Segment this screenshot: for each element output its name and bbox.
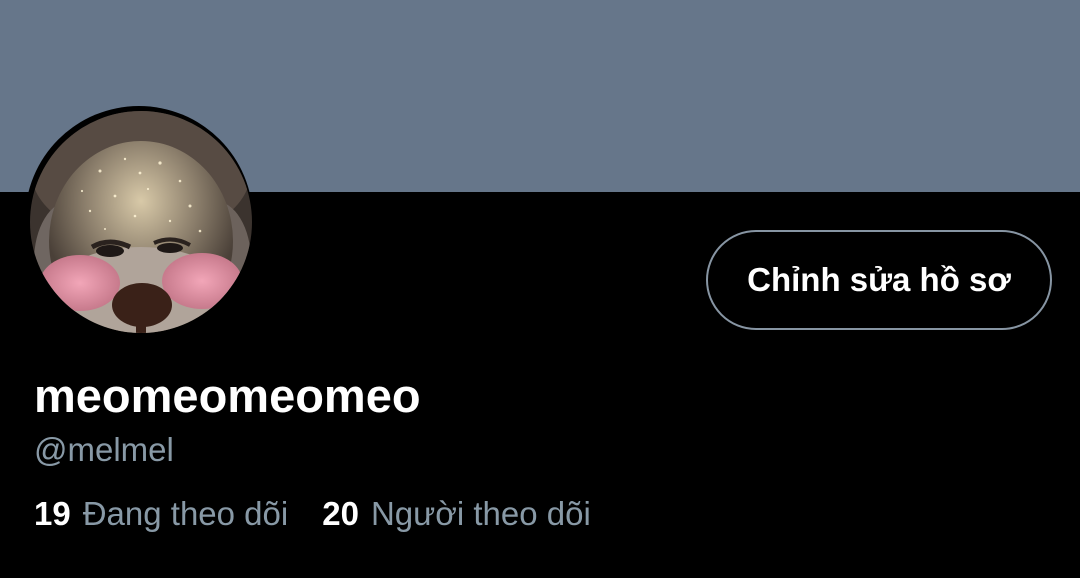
followers-count: 20 — [322, 495, 359, 532]
follow-stats: 19 Đang theo dõi 20 Người theo dõi — [34, 494, 591, 534]
following-stat[interactable]: 19 Đang theo dõi — [34, 494, 288, 534]
followers-stat[interactable]: 20 Người theo dõi — [322, 494, 591, 534]
profile-handle: @melmel — [34, 431, 174, 468]
following-count: 19 — [34, 495, 71, 532]
following-label: Đang theo dõi — [82, 495, 289, 532]
profile-screen: Chỉnh sửa hồ sơ meomeomeomeo @melmel 19 … — [0, 0, 1080, 578]
avatar-photo — [30, 111, 252, 333]
avatar[interactable] — [30, 111, 252, 333]
display-name: meomeomeomeo — [34, 369, 421, 422]
followers-label: Người theo dõi — [370, 495, 591, 532]
edit-profile-button[interactable]: Chỉnh sửa hồ sơ — [706, 230, 1052, 330]
